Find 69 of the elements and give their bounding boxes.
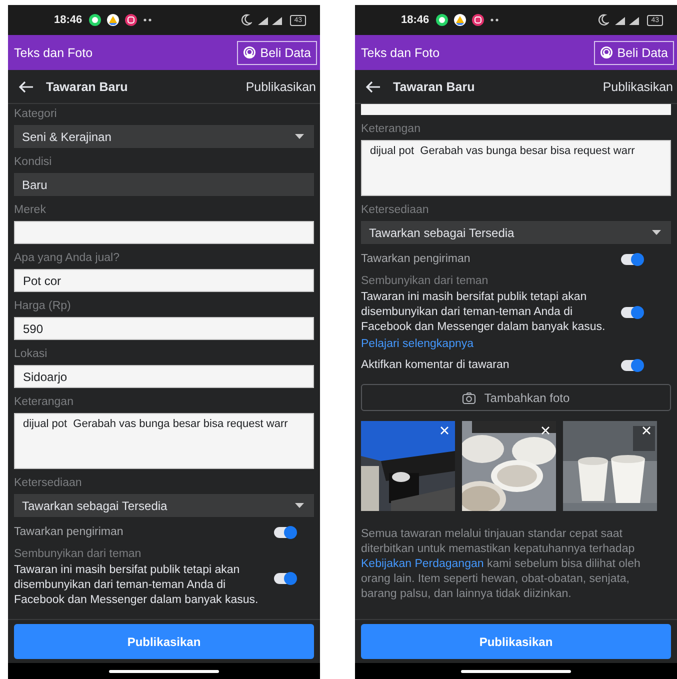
text-area[interactable]: dijual pot Gerabah vas bunga besar bisa request warr [361, 140, 671, 196]
policy-link[interactable]: Kebijakan Perdagangan [361, 558, 484, 570]
toggle-label: Tawaran ini masih bersifat publik tetapi akan disembunyikan dari teman-teman Anda di Facebook dan Messenger dalam banyak kasus. [14, 563, 260, 608]
field-label: Keterangan [361, 123, 422, 135]
camera-app-icon [124, 13, 138, 27]
moon-icon [597, 14, 610, 26]
toggle-label: Tawaran ini masih bersifat publik tetapi akan disembunyikan dari teman-teman Anda di Facebook dan Messenger dalam banyak kasus. [361, 290, 606, 335]
input-field[interactable]: Sidoarjo [14, 365, 314, 388]
broadcast-icon [600, 46, 614, 59]
chat-app-icon [88, 13, 102, 27]
toggle-switch[interactable] [621, 360, 643, 371]
input-field[interactable]: 590 [14, 317, 314, 340]
field-label: Kategori [14, 108, 58, 120]
more-icon [489, 17, 502, 23]
buy-data-button[interactable]: Beli Data [237, 40, 317, 64]
close-icon[interactable] [642, 426, 651, 435]
page-title: Tawaran Baru [393, 80, 475, 94]
add-photo-button[interactable]: Tambahkan foto [361, 384, 671, 411]
text-area[interactable]: dijual pot Gerabah vas bunga besar bisa request warr [14, 413, 314, 469]
section-heading: Sembunyikan dari teman [361, 275, 490, 287]
toggle-switch[interactable] [274, 572, 296, 584]
field-label: Lokasi [14, 348, 48, 360]
field-label: Merek [14, 204, 47, 216]
publish-link[interactable]: Publikasikan [246, 80, 316, 94]
policy-note: Semua tawaran melalui tinjauan standar cepat saat diterbitkan untuk memastikan kepatuhannya terhadap Kebijakan Perdagangan kami sebelum bisa dilihat oleh orang lain. Item seperti hewan, obat-obatan, senjata, barang palsu, dan lainnya tidak diizinkan. [361, 527, 642, 602]
dropdown-field[interactable]: Seni & Kerajinan [14, 125, 314, 148]
publish-link[interactable]: Publikasikan [602, 80, 673, 94]
caret-icon [295, 134, 304, 140]
app-bar-title: Teks dan Foto [14, 46, 93, 60]
home-indicator[interactable] [109, 670, 219, 672]
field-label: Keterangan [14, 396, 74, 408]
field-label: Harga (Rp) [14, 300, 72, 312]
drive-app-icon [453, 13, 468, 27]
caret-icon [295, 502, 304, 508]
toggle-switch[interactable] [621, 307, 643, 318]
back-arrow-icon[interactable] [365, 80, 381, 92]
toggle-label: Tawarkan pengiriman [14, 525, 124, 540]
field-label: Ketersediaan [14, 477, 83, 489]
field-label: Ketersediaan [361, 204, 430, 216]
input-field[interactable] [14, 221, 314, 244]
learn-more-link[interactable]: Pelajari selengkapnya [361, 338, 611, 350]
status-time: 18:46 [401, 14, 430, 26]
chat-app-icon [435, 13, 450, 27]
broadcast-icon [243, 46, 256, 59]
moon-icon [240, 14, 252, 26]
input-field[interactable]: Baru [14, 173, 314, 196]
input-field[interactable]: Pot cor [14, 269, 314, 292]
caret-icon [652, 230, 661, 236]
section-heading: Sembunyikan dari teman [14, 548, 142, 560]
toggle-switch[interactable] [274, 527, 296, 538]
camera-app-icon [471, 13, 486, 27]
field-label: Apa yang Anda jual? [14, 252, 121, 264]
camera-icon [462, 392, 476, 404]
close-icon[interactable] [541, 426, 550, 435]
drive-app-icon [106, 13, 120, 27]
more-icon [142, 17, 154, 23]
back-arrow-icon[interactable] [18, 80, 34, 92]
field-label: Kondisi [14, 156, 53, 168]
toggle-label: Tawarkan pengiriman [361, 252, 472, 267]
page-title: Tawaran Baru [46, 80, 128, 94]
buy-data-button[interactable]: Beli Data [594, 40, 674, 64]
home-indicator[interactable] [461, 670, 571, 672]
input-field[interactable] [361, 104, 671, 115]
toggle-label: Aktifkan komentar di tawaran [361, 358, 510, 373]
dropdown-field[interactable]: Tawarkan sebagai Tersedia [14, 494, 314, 517]
status-time: 18:46 [54, 14, 82, 26]
toggle-switch[interactable] [621, 254, 643, 265]
dropdown-field[interactable]: Tawarkan sebagai Tersedia [361, 221, 671, 244]
app-bar-title: Teks dan Foto [361, 46, 440, 60]
